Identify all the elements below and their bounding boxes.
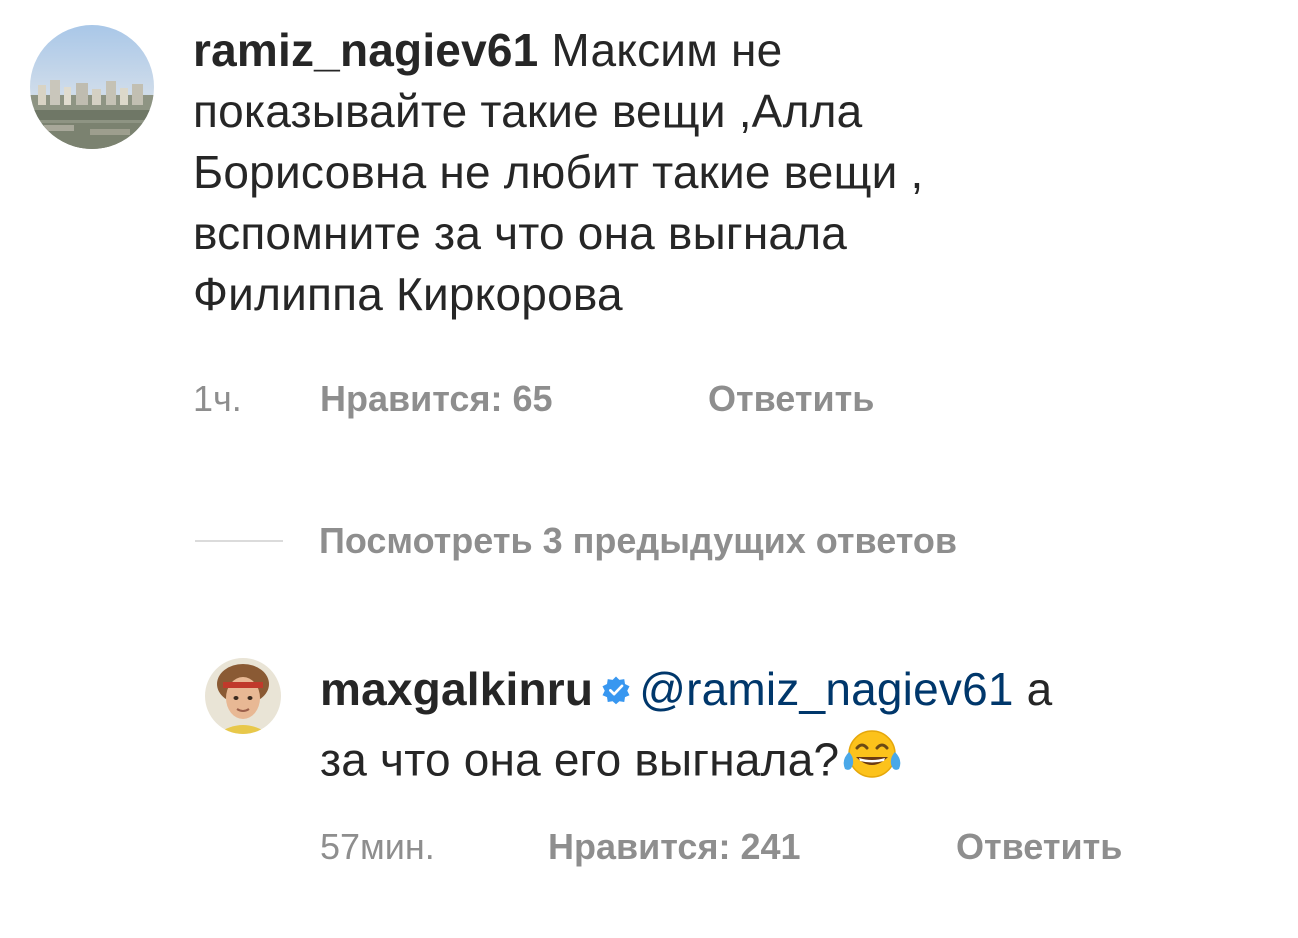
reply-username[interactable]: maxgalkinru xyxy=(320,663,593,715)
comment-username[interactable]: ramiz_nagiev61 xyxy=(193,24,538,76)
reply-line: за что она его выгнала? xyxy=(320,726,1280,801)
tears-of-joy-emoji-icon xyxy=(839,726,905,795)
city-photo-avatar-icon xyxy=(30,25,154,149)
comment-line: Борисовна не любит такие вещи , xyxy=(193,146,924,198)
comment-likes[interactable]: Нравится: 65 xyxy=(320,378,553,420)
reply-text-line: за что она его выгнала? xyxy=(320,734,840,786)
reply-line: maxgalkinru @ramiz_nagiev61 а xyxy=(320,659,1280,726)
reply-text: maxgalkinru @ramiz_nagiev61 а за что она … xyxy=(320,659,1280,801)
comment-text: ramiz_nagiev61 Максим не показывайте так… xyxy=(193,20,1273,325)
view-previous-replies-button[interactable]: Посмотреть 3 предыдущих ответов xyxy=(195,520,957,562)
comment-time: 1ч. xyxy=(193,378,242,419)
comment-line: Филиппа Киркорова xyxy=(193,268,623,320)
avatar[interactable] xyxy=(30,25,154,149)
comment-line: показывайте такие вещи ,Алла xyxy=(193,85,863,137)
comment-line-text: Максим не xyxy=(538,24,783,76)
avatar[interactable] xyxy=(205,658,281,734)
divider-line xyxy=(195,540,283,542)
reply-likes[interactable]: Нравится: 241 xyxy=(548,826,801,868)
reply-text-tail: а xyxy=(1013,663,1053,715)
reply-button[interactable]: Ответить xyxy=(708,378,874,420)
mention-link[interactable]: @ramiz_nagiev61 xyxy=(639,663,1013,715)
reply-time: 57мин. xyxy=(320,826,435,867)
comment-line: вспомните за что она выгнала xyxy=(193,207,848,259)
verified-badge-icon xyxy=(601,659,631,720)
reply-button[interactable]: Ответить xyxy=(956,826,1122,868)
person-photo-avatar-icon xyxy=(205,658,281,734)
comment-line: ramiz_nagiev61 Максим не xyxy=(193,20,1273,81)
view-replies-label: Посмотреть 3 предыдущих ответов xyxy=(319,520,958,561)
